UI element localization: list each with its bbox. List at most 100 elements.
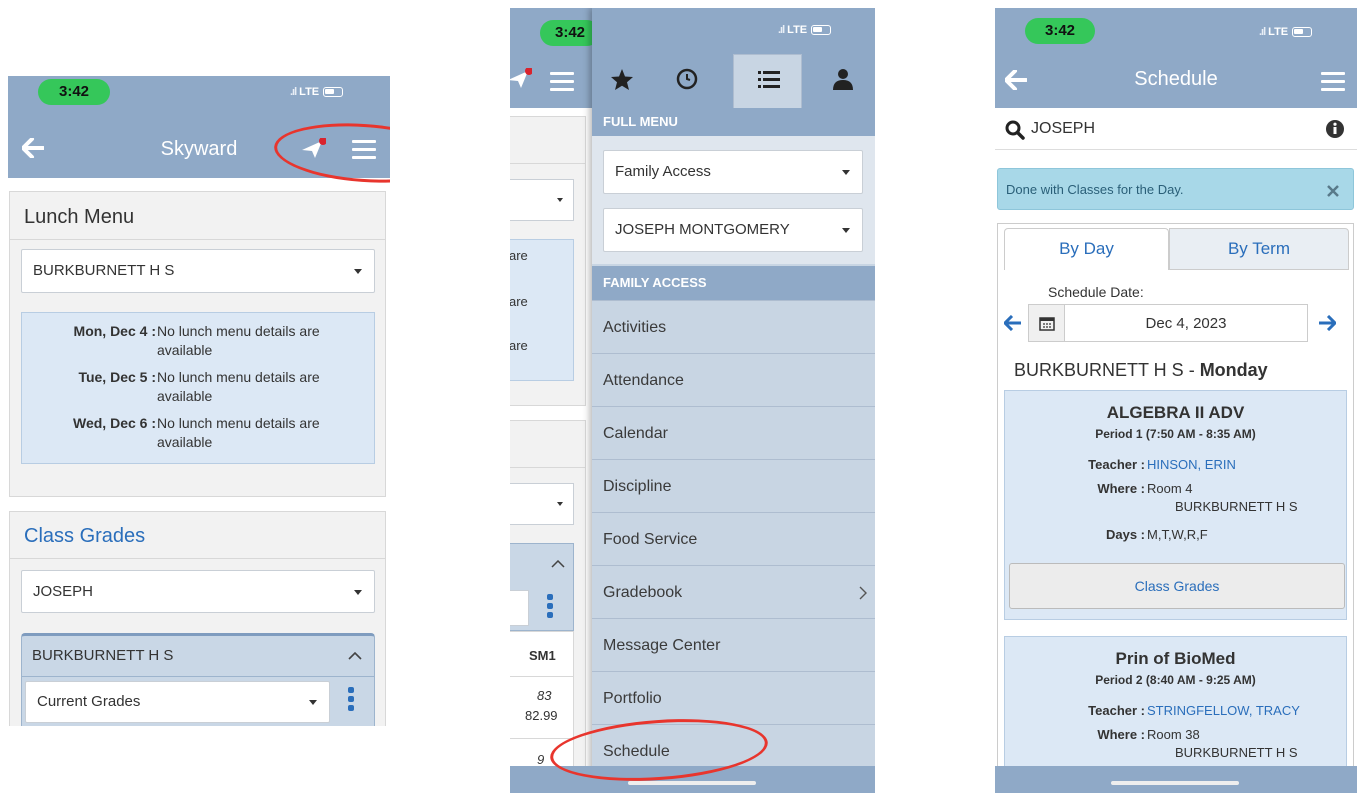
menu-item-food-service[interactable]: Food Service xyxy=(592,512,875,565)
teacher-link[interactable]: HINSON, ERIN xyxy=(1147,457,1236,472)
lunch-day-text: No lunch menu details are xyxy=(157,323,320,339)
phone-screen-full-menu: 3:42 are are are SM1 83 82.99 9 .ıl LTE … xyxy=(510,8,875,793)
tab-label: By Term xyxy=(1227,239,1291,258)
table-cell: 83 xyxy=(537,688,552,703)
alert-banner: Done with Classes for the Day. xyxy=(997,168,1354,210)
lunch-day-text: No lunch menu details are xyxy=(157,369,320,385)
previous-day-arrow-icon[interactable] xyxy=(1004,315,1022,331)
chevron-down-icon xyxy=(842,170,850,175)
grades-view-select[interactable]: Current Grades xyxy=(25,681,330,723)
class-grades-button[interactable]: Class Grades xyxy=(1009,563,1345,609)
info-icon[interactable] xyxy=(1325,119,1345,139)
menu-item-gradebook[interactable]: Gradebook xyxy=(592,565,875,618)
grades-view-value: Current Grades xyxy=(37,693,141,710)
menu-item-calendar[interactable]: Calendar xyxy=(592,406,875,459)
lunch-day-label: Mon, Dec 4 : xyxy=(73,323,156,339)
status-bar: 3:42 .ıl LTE xyxy=(8,76,390,116)
background-page: 3:42 are are are SM1 83 82.99 9 xyxy=(510,8,600,793)
menu-item-discipline[interactable]: Discipline xyxy=(592,459,875,512)
lunch-menu-panel: Lunch Menu BURKBURNETT H S Mon, Dec 4 : … xyxy=(9,191,386,497)
full-menu-header: FULL MENU xyxy=(592,108,875,136)
tab-full-menu[interactable] xyxy=(733,54,802,108)
chevron-up-icon[interactable] xyxy=(348,652,362,660)
menu-item-activities[interactable]: Activities xyxy=(592,300,875,353)
room-value: Room 4 xyxy=(1147,481,1193,496)
class-grades-title[interactable]: Class Grades xyxy=(24,525,145,548)
menu-icon xyxy=(550,72,574,92)
send-message-icon xyxy=(510,68,532,88)
search-bar[interactable]: JOSEPH xyxy=(995,108,1357,150)
battery-icon xyxy=(1292,27,1313,38)
network-indicator: .ıl LTE xyxy=(290,86,344,98)
lunch-school-select[interactable]: BURKBURNETT H S xyxy=(21,249,375,293)
table-column-header: SM1 xyxy=(529,648,556,663)
menu-item-message-center[interactable]: Message Center xyxy=(592,618,875,671)
home-indicator xyxy=(1111,781,1239,785)
student-select[interactable]: JOSEPH MONTGOMERY xyxy=(603,208,863,252)
network-label: LTE xyxy=(787,24,808,36)
student-select-value: JOSEPH MONTGOMERY xyxy=(615,221,790,238)
calendar-icon xyxy=(1039,317,1055,331)
class-card: ALGEBRA II ADV Period 1 (7:50 AM - 8:35 … xyxy=(1004,390,1347,620)
menu-item-portfolio[interactable]: Portfolio xyxy=(592,671,875,724)
more-options-icon[interactable] xyxy=(348,687,354,714)
tab-by-day[interactable]: By Day xyxy=(1004,228,1169,270)
campus-value: BURKBURNETT H S xyxy=(1175,745,1298,760)
network-indicator: .ıl LTE xyxy=(1259,26,1313,38)
user-profile-icon[interactable] xyxy=(832,68,854,90)
lunch-day-text-cont: available xyxy=(157,434,213,450)
history-clock-icon[interactable] xyxy=(676,68,698,90)
teacher-label: Teacher : xyxy=(1088,703,1145,718)
student-select[interactable]: JOSEPH xyxy=(21,570,375,613)
lunch-day-text: No lunch menu details are xyxy=(157,415,320,431)
select-fragment xyxy=(510,179,574,221)
tab-by-term[interactable]: By Term xyxy=(1169,228,1349,270)
details-fragment: are are are xyxy=(510,239,574,381)
lunch-day-text-cont: available xyxy=(157,342,213,358)
schedule-container: By Day By Term Schedule Date: Dec 4, 202… xyxy=(997,223,1354,793)
lunch-day-label: Wed, Dec 6 : xyxy=(73,415,156,431)
favorites-star-icon[interactable] xyxy=(610,68,634,91)
date-value: Dec 4, 2023 xyxy=(1145,315,1227,332)
panel-fragment: are are are xyxy=(510,116,586,406)
room-value: Room 38 xyxy=(1147,727,1200,742)
family-access-header: FAMILY ACCESS xyxy=(592,266,875,300)
student-select-value: JOSEPH xyxy=(33,583,94,600)
lunch-menu-title: Lunch Menu xyxy=(24,206,135,228)
menu-item-label: Gradebook xyxy=(603,584,683,601)
lunch-details-box: Mon, Dec 4 : No lunch menu details are a… xyxy=(21,312,375,464)
nav-title: Schedule xyxy=(1134,68,1218,90)
lunch-day-text-cont: available xyxy=(157,388,213,404)
menu-icon[interactable] xyxy=(1321,72,1345,92)
access-type-value: Family Access xyxy=(615,163,711,180)
close-icon[interactable] xyxy=(1327,185,1339,197)
chevron-up-icon xyxy=(551,560,565,568)
status-bar-left: 3:42 xyxy=(510,8,600,108)
select-fragment xyxy=(510,483,574,525)
phone-screen-skyward-home: 3:42 .ıl LTE Skyward Lunch Menu BURKBURNE… xyxy=(8,76,390,726)
drawer-status-bar: .ıl LTE xyxy=(592,8,875,50)
next-day-arrow-icon[interactable] xyxy=(1318,315,1336,331)
days-value: M,T,W,R,F xyxy=(1147,527,1208,542)
nav-bar: Schedule xyxy=(995,52,1357,108)
select-fragment xyxy=(510,590,529,626)
teacher-link[interactable]: STRINGFELLOW, TRACY xyxy=(1147,703,1300,718)
access-type-select[interactable]: Family Access xyxy=(603,150,863,194)
bottom-bar xyxy=(995,766,1357,793)
school-accordion-header[interactable]: BURKBURNETT H S xyxy=(21,633,375,677)
table-cell: 9 xyxy=(537,752,545,767)
weekday: Monday xyxy=(1199,360,1268,380)
drawer-selects-area: Family Access JOSEPH MONTGOMERY xyxy=(592,136,875,264)
class-name: Prin of BioMed xyxy=(1115,649,1236,668)
status-time: 3:42 xyxy=(38,79,110,105)
search-value: JOSEPH xyxy=(1031,120,1096,137)
accordion-fragment xyxy=(510,543,574,631)
text-fragment: are xyxy=(510,294,528,309)
school-day-heading: BURKBURNETT H S - Monday xyxy=(1014,360,1268,381)
menu-item-attendance[interactable]: Attendance xyxy=(592,353,875,406)
status-bar: 3:42 .ıl LTE xyxy=(995,8,1357,52)
chevron-right-icon xyxy=(859,586,867,600)
date-picker[interactable]: Dec 4, 2023 xyxy=(1028,304,1308,342)
school-accordion-label: BURKBURNETT H S xyxy=(32,647,174,664)
menu-drawer: .ıl LTE FULL MENU Family Access JOSEPH MO… xyxy=(592,8,875,793)
